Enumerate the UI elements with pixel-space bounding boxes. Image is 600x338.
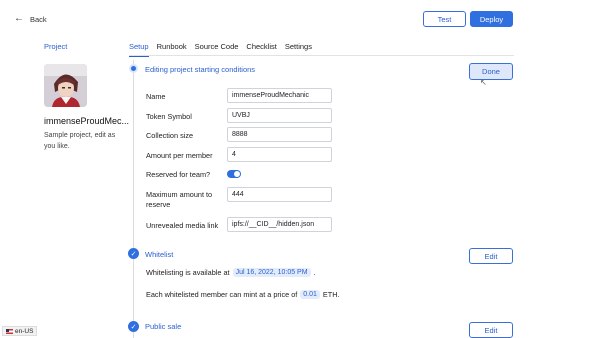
field-label-amount-per-member: Amount per member [146, 151, 213, 160]
public-sale-check-icon: ✓ [128, 321, 139, 332]
us-flag-icon [6, 328, 13, 334]
field-label-max-reserve: Maximum amount to reserve [146, 190, 213, 209]
public-sale-edit-button[interactable]: Edit [469, 322, 513, 338]
tabs-divider [129, 55, 514, 56]
current-step-dot [131, 66, 136, 71]
project-avatar [44, 64, 87, 107]
token-symbol-input[interactable]: UVBJ [227, 108, 332, 123]
avatar-image [44, 64, 87, 107]
timeline-line [133, 60, 134, 338]
field-label-reserved-for-team: Reserved for team? [146, 170, 211, 179]
whitelist-availability-suffix: . [313, 268, 316, 277]
whitelist-price-prefix: Each whitelisted member can mint at a pr… [146, 290, 298, 299]
field-label-token-symbol: Token Symbol [146, 112, 192, 121]
deploy-button[interactable]: Deploy [470, 11, 513, 27]
mouse-cursor-icon: ↖ [480, 78, 487, 87]
whitelist-availability: Whitelisting is available at Jul 16, 202… [146, 268, 316, 277]
reserved-for-team-toggle[interactable] [227, 170, 241, 178]
test-button[interactable]: Test [423, 11, 466, 27]
back-label: Back [30, 14, 47, 24]
project-description: Sample project, edit as you like. [44, 132, 116, 150]
whitelist-availability-prefix: Whitelisting is available at [146, 268, 230, 277]
whitelist-check-icon: ✓ [128, 248, 139, 259]
project-section-label: Project [44, 42, 68, 51]
name-input[interactable]: immenseProudMechanic [227, 88, 332, 103]
whitelist-edit-button[interactable]: Edit [469, 248, 513, 264]
unrevealed-media-input[interactable]: ipfs://__CID__/hidden.json [227, 217, 332, 232]
whitelist-price-suffix: ETH. [322, 290, 340, 299]
conditions-title: Editing project starting conditions [145, 65, 256, 74]
field-label-name: Name [146, 92, 166, 101]
locale-label: en-US [15, 327, 34, 335]
whitelist-price: Each whitelisted member can mint at a pr… [146, 290, 340, 299]
amount-per-member-input[interactable]: 4 [227, 147, 332, 162]
collection-size-input[interactable]: 8888 [227, 127, 332, 142]
done-button[interactable]: Done [469, 63, 513, 80]
whitelist-date-badge: Jul 16, 2022, 10:05 PM [232, 268, 311, 277]
whitelist-title: Whitelist [145, 250, 174, 259]
arrow-left-icon: ← [14, 13, 24, 24]
locale-selector[interactable]: en-US [2, 326, 38, 336]
field-label-unrevealed-media: Unrevealed media link [146, 221, 219, 230]
whitelist-price-badge: 0.01 [300, 290, 320, 299]
max-reserve-input[interactable]: 444 [227, 187, 332, 202]
back-button[interactable]: ← Back [14, 14, 47, 24]
project-name: immenseProudMec... [44, 116, 130, 126]
field-label-collection-size: Collection size [146, 131, 194, 140]
public-sale-title: Public sale [145, 322, 182, 331]
